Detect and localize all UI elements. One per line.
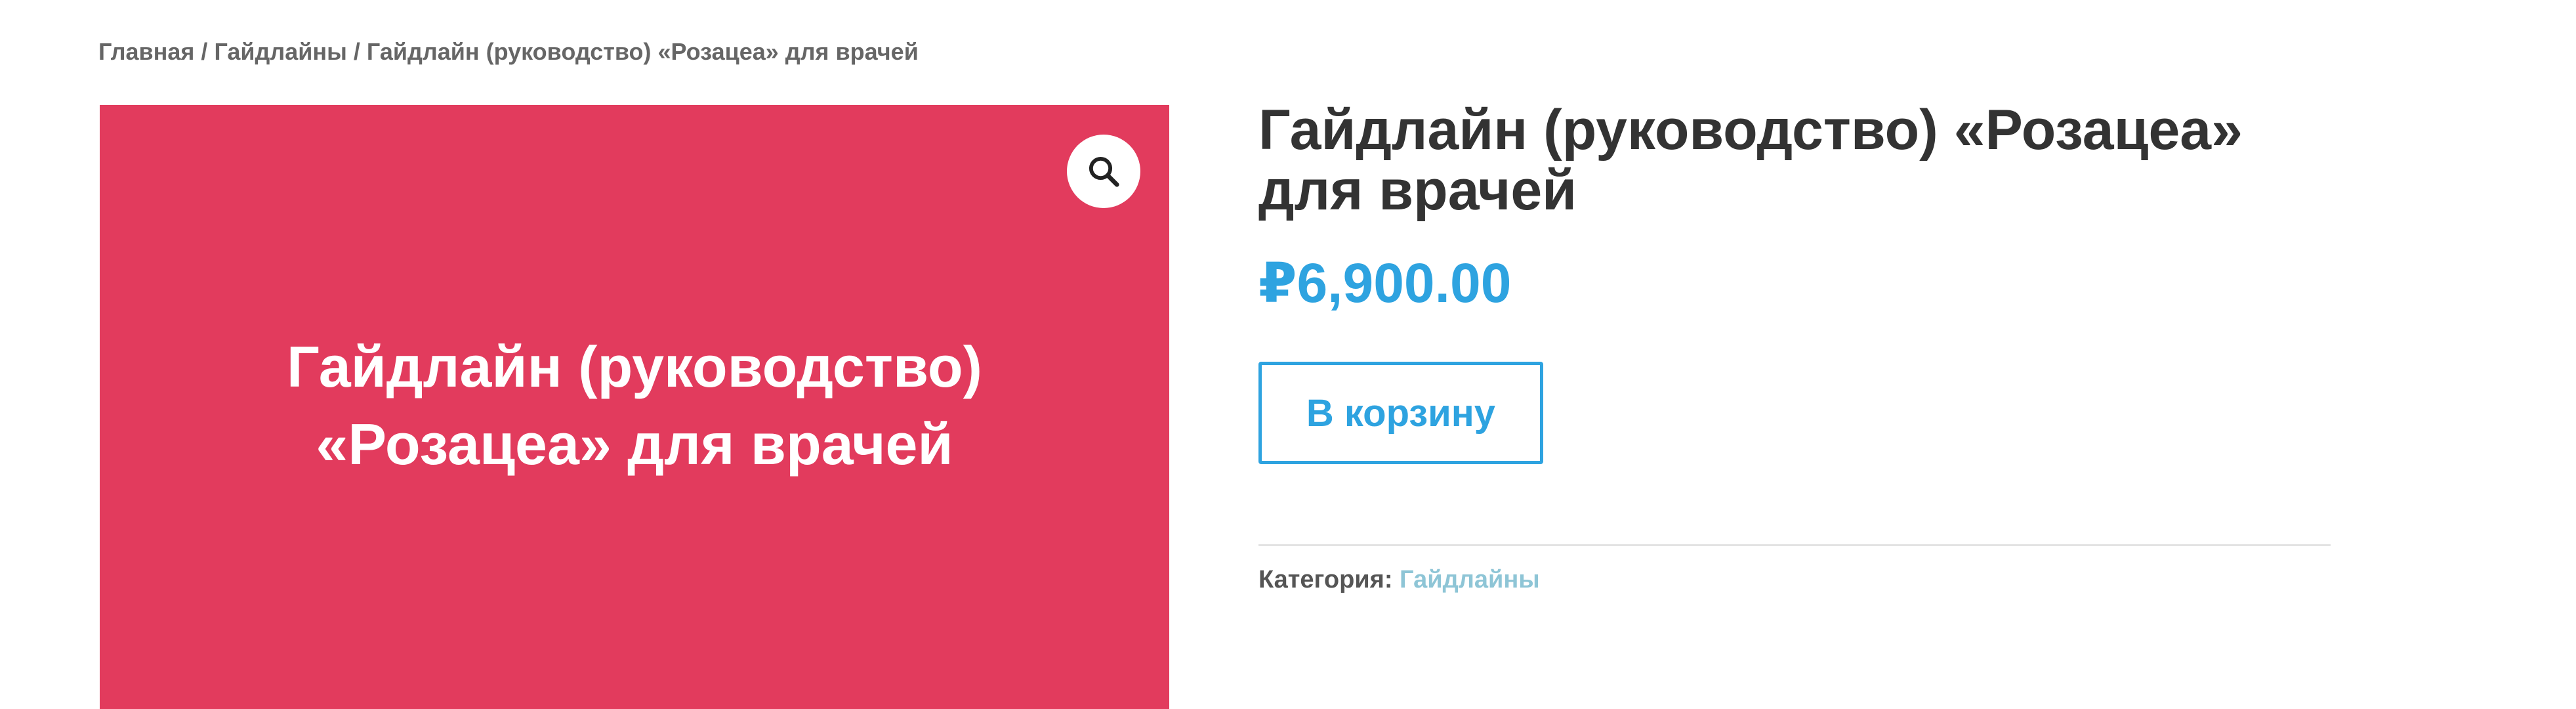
product-page: Главная / Гайдлайны / Гайдлайн (руководство)… xyxy=(0,0,2576,709)
breadcrumb-home-link[interactable]: Главная xyxy=(98,38,194,65)
category-label: Категория: xyxy=(1258,566,1393,593)
breadcrumb-current: Гайдлайн (руководство) «Розацеа» для вра… xyxy=(366,38,919,65)
zoom-button[interactable] xyxy=(1067,135,1140,208)
divider xyxy=(1258,544,2331,546)
product-summary: Гайдлайн (руководство) «Розацеа» для вра… xyxy=(1258,0,2341,709)
category-link[interactable]: Гайдлайны xyxy=(1400,566,1540,593)
product-image-title-line-2: «Розацеа» для врачей xyxy=(316,412,953,477)
product-title: Гайдлайн (руководство) «Розацеа» для вра… xyxy=(1258,98,2243,222)
product-image-title-line-1: Гайдлайн (руководство) xyxy=(287,334,982,399)
magnifier-icon xyxy=(1089,156,1119,187)
breadcrumb-separator: / xyxy=(201,38,208,65)
product-price: ₽6,900.00 xyxy=(1258,252,1512,314)
add-to-cart-button[interactable]: В корзину xyxy=(1258,362,1543,464)
breadcrumb-guidelines-link[interactable]: Гайдлайны xyxy=(214,38,346,65)
breadcrumb: Главная / Гайдлайны / Гайдлайн (руководство)… xyxy=(98,38,919,66)
product-image-title: Гайдлайн (руководство) «Розацеа» для вра… xyxy=(100,328,1169,483)
breadcrumb-separator: / xyxy=(353,38,360,65)
product-meta: Категория: Гайдлайны xyxy=(1258,566,1540,594)
